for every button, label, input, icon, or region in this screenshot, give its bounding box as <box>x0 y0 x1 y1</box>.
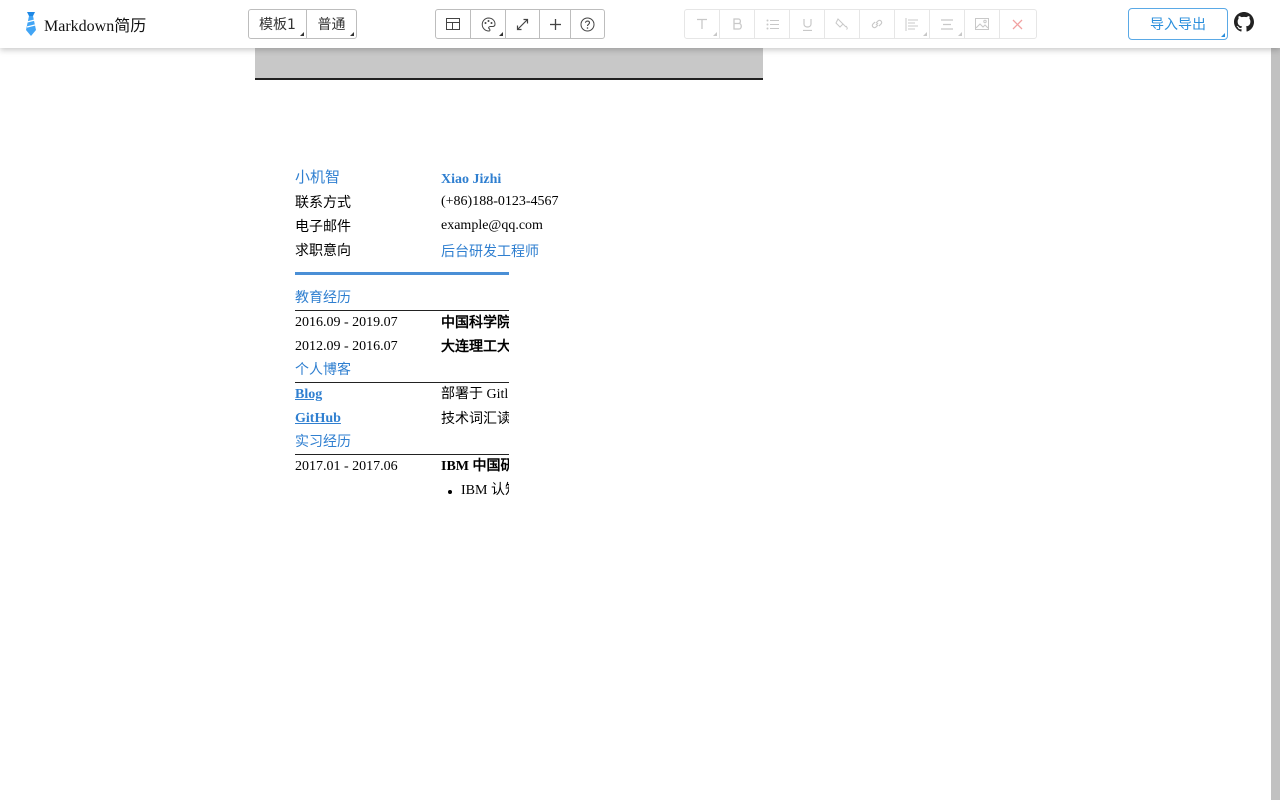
underline-icon <box>802 18 812 31</box>
bullet-dot <box>448 490 452 494</box>
align-left-icon <box>905 17 918 31</box>
blog-description: 部署于 Gitl <box>441 387 509 402</box>
app-title: Markdown简历 <box>44 18 147 35</box>
mode-select-label: 普通 <box>317 17 346 33</box>
github-link[interactable]: GitHub <box>295 407 341 431</box>
section-heading: 教育经历 <box>295 290 351 306</box>
import-export-label: 导入导出 <box>1150 17 1206 33</box>
list-icon <box>766 19 779 29</box>
template-select-label: 模板1 <box>259 17 296 33</box>
template-mode-group: 模板1 普通 <box>248 9 357 39</box>
education-date: 2012.09 - 2016.07 <box>295 339 398 354</box>
align-center-icon <box>941 18 953 30</box>
contact-row: 联系方式 <box>295 191 509 215</box>
dropdown-corner-icon <box>923 32 927 36</box>
list-item: IBM 认知 <box>295 479 509 503</box>
help-icon <box>580 17 595 31</box>
palette-icon <box>481 16 496 32</box>
top-toolbar: Markdown简历 模板1 普通 导入导出 <box>0 0 1280 48</box>
table-button[interactable] <box>436 10 471 38</box>
table-icon <box>446 18 460 30</box>
bold-icon <box>732 18 742 30</box>
section-heading: 个人博客 <box>295 362 351 378</box>
internship-row: 2017.01 - 2017.06 IBM 中国研 <box>295 455 509 479</box>
image-button[interactable] <box>965 10 1000 38</box>
dropdown-corner-icon <box>1221 33 1225 37</box>
education-school: 大连理工大 <box>441 339 509 355</box>
section-heading: 实习经历 <box>295 434 351 450</box>
theme-color-button[interactable] <box>471 10 506 38</box>
vertical-scrollbar[interactable] <box>1271 48 1280 800</box>
resume-document[interactable]: 小机智 联系方式 电子邮件 求职意向 教育经历 2016.09 - 2019.0… <box>295 165 509 508</box>
name-chinese: 小机智 <box>295 168 341 186</box>
fill-icon <box>835 18 848 30</box>
text-style-button[interactable] <box>685 10 720 38</box>
mode-select-button[interactable]: 普通 <box>307 10 356 38</box>
section-internship: 实习经历 <box>295 431 509 455</box>
help-button[interactable] <box>571 10 604 38</box>
align-left-button[interactable] <box>895 10 930 38</box>
blog-link[interactable]: Blog <box>295 383 322 407</box>
email-label: 电子邮件 <box>295 219 351 235</box>
template-select-button[interactable]: 模板1 <box>249 10 307 38</box>
github-icon[interactable] <box>1234 12 1254 32</box>
format-tools-group <box>684 9 1037 39</box>
delete-button[interactable] <box>1000 10 1035 38</box>
tie-logo-icon <box>26 12 36 36</box>
plus-icon <box>549 18 561 30</box>
dropdown-corner-icon <box>300 32 304 36</box>
list-button[interactable] <box>755 10 790 38</box>
education-date: 2016.09 - 2019.07 <box>295 315 398 330</box>
internship-bullet-text: IBM 认知 <box>461 483 509 498</box>
job-intent-row: 求职意向 <box>295 239 509 263</box>
link-button[interactable] <box>860 10 895 38</box>
github-description: 技术词汇读 <box>441 411 509 427</box>
underline-button[interactable] <box>790 10 825 38</box>
expand-icon <box>516 18 529 30</box>
dropdown-corner-icon <box>350 32 354 36</box>
internship-company: IBM 中国研 <box>441 459 509 474</box>
dropdown-corner-icon <box>958 32 962 36</box>
align-center-button[interactable] <box>930 10 965 38</box>
import-export-button[interactable]: 导入导出 <box>1128 8 1228 40</box>
fill-color-button[interactable] <box>825 10 860 38</box>
job-intent-label: 求职意向 <box>295 243 351 259</box>
blog-row: GitHub 技术词汇读 <box>295 407 509 431</box>
image-icon <box>975 18 989 30</box>
app-logo[interactable]: Markdown简历 <box>24 10 146 38</box>
education-school: 中国科学院 <box>441 315 509 331</box>
fullscreen-button[interactable] <box>506 10 540 38</box>
email-row: 电子邮件 <box>295 215 509 239</box>
education-row: 2016.09 - 2019.07 中国科学院 <box>295 311 509 335</box>
name-row: 小机智 <box>295 165 509 191</box>
link-icon <box>871 19 883 29</box>
text-icon <box>697 18 707 29</box>
education-row: 2012.09 - 2016.07 大连理工大 <box>295 335 509 359</box>
section-blog: 个人博客 <box>295 359 509 383</box>
add-button[interactable] <box>540 10 571 38</box>
blog-row: Blog 部署于 Gitl <box>295 383 509 407</box>
internship-date: 2017.01 - 2017.06 <box>295 459 398 474</box>
contact-label: 联系方式 <box>295 195 351 211</box>
section-education: 教育经历 <box>295 287 509 311</box>
page-header-strip <box>255 48 763 80</box>
close-icon <box>1012 19 1023 29</box>
header-divider <box>295 272 509 275</box>
view-tools-group <box>435 9 605 39</box>
dropdown-corner-icon <box>713 32 717 36</box>
dropdown-corner-icon <box>499 32 503 36</box>
bold-button[interactable] <box>720 10 755 38</box>
